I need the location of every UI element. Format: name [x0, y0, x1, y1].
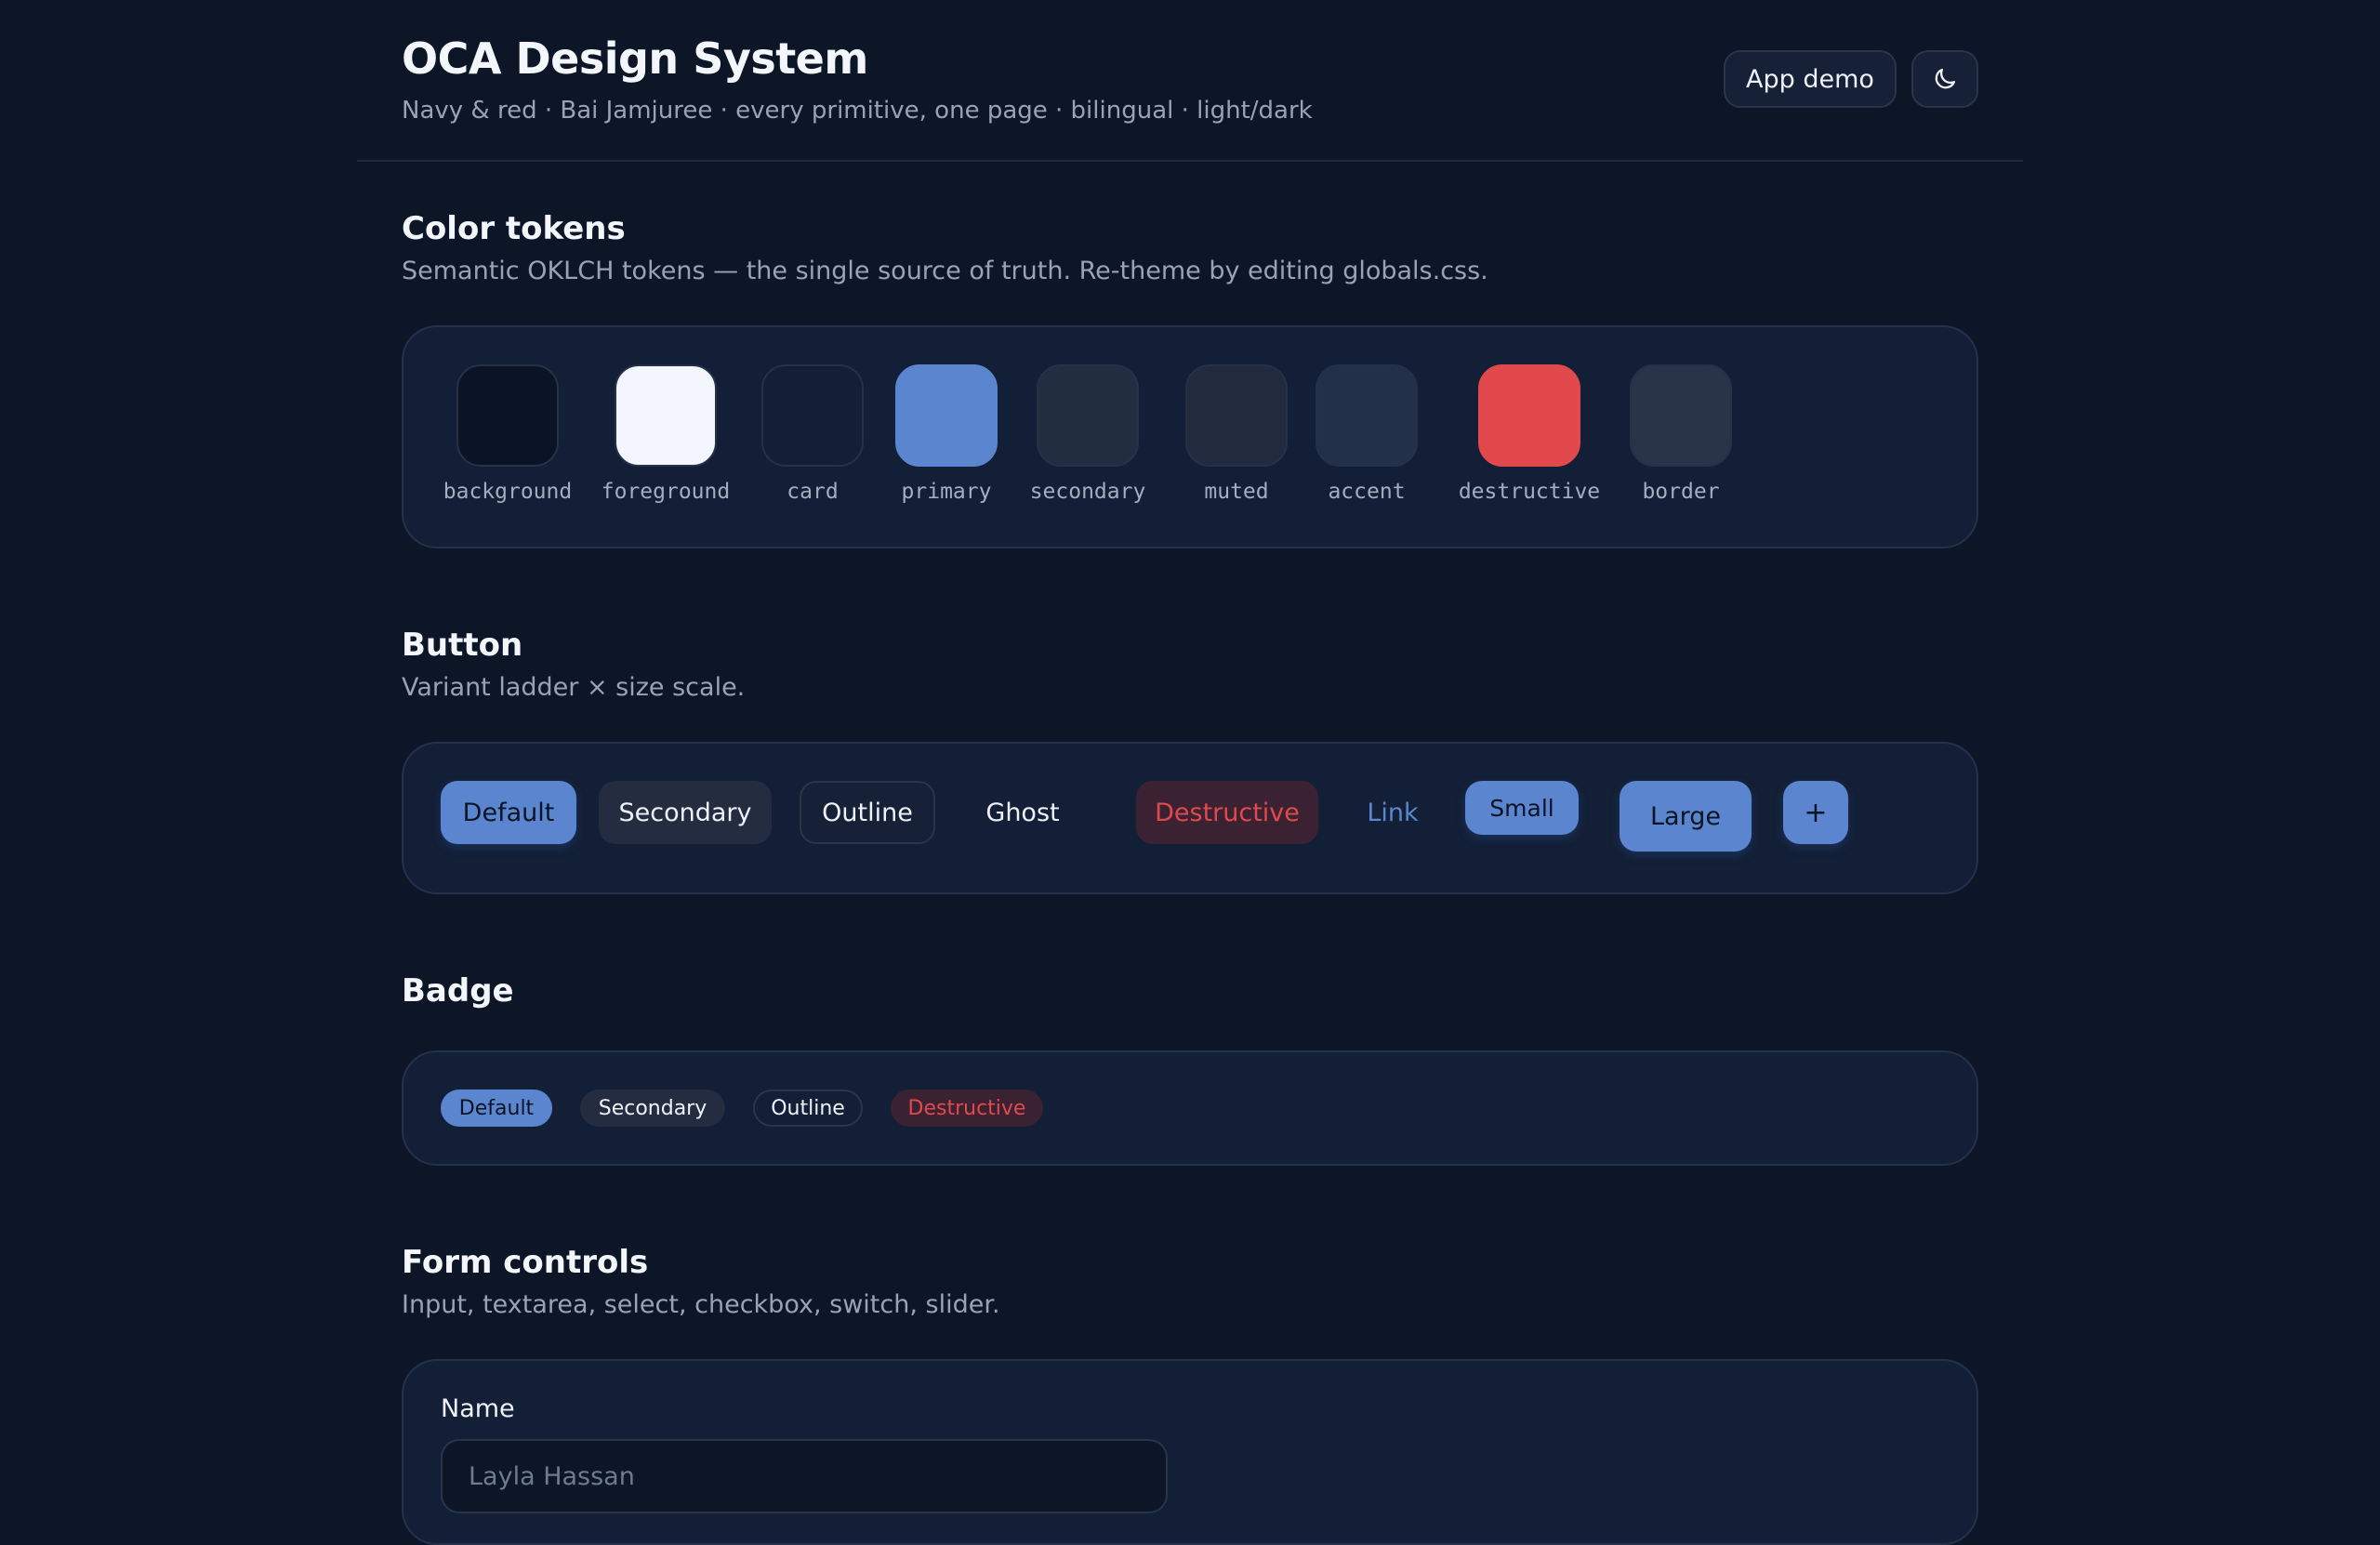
- default-badge: Default: [441, 1089, 552, 1127]
- form-controls-card: Name: [402, 1359, 1978, 1545]
- theme-toggle-button[interactable]: [1911, 50, 1978, 108]
- section-description: Variant ladder × size scale.: [402, 673, 746, 702]
- color-tokens-card: background foreground card primary secon…: [402, 325, 1978, 548]
- section-title: Color tokens: [402, 210, 626, 247]
- section-title: Form controls: [402, 1244, 649, 1281]
- token-label: accent: [1328, 480, 1406, 504]
- token-swatch: [1478, 364, 1580, 467]
- section-description: Semantic OKLCH tokens — the single sourc…: [402, 257, 1488, 285]
- token-muted: muted: [1184, 364, 1289, 504]
- destructive-button[interactable]: Destructive: [1136, 781, 1318, 844]
- badge-card: Default Secondary Outline Destructive: [402, 1050, 1978, 1166]
- token-label: primary: [901, 480, 992, 504]
- page-header: OCA Design System Navy & red · Bai Jamju…: [357, 0, 2023, 162]
- destructive-badge: Destructive: [891, 1089, 1043, 1127]
- design-system-page: OCA Design System Navy & red · Bai Jamju…: [357, 0, 2023, 1545]
- section-title: Badge: [402, 972, 514, 1010]
- large-button[interactable]: Large: [1620, 781, 1752, 852]
- color-tokens-section: Color tokens Semantic OKLCH tokens — the…: [402, 210, 1978, 548]
- token-label: border: [1642, 480, 1720, 504]
- section-description: Input, textarea, select, checkbox, switc…: [402, 1290, 1000, 1319]
- app-demo-button[interactable]: App demo: [1724, 50, 1897, 108]
- page-subtitle: Navy & red · Bai Jamjuree · every primit…: [402, 97, 1313, 125]
- token-secondary: secondary: [1025, 364, 1151, 504]
- name-input[interactable]: [441, 1439, 1168, 1513]
- token-swatch: [761, 364, 864, 467]
- token-swatch: [456, 364, 559, 467]
- button-section: Button Variant ladder × size scale. Defa…: [402, 627, 1978, 894]
- secondary-button[interactable]: Secondary: [599, 781, 772, 844]
- token-swatch: [895, 364, 998, 467]
- icon-button[interactable]: +: [1783, 781, 1848, 844]
- name-field-label: Name: [441, 1394, 515, 1423]
- outline-badge: Outline: [753, 1089, 863, 1127]
- badge-section: Badge Default Secondary Outline Destruct…: [402, 972, 1978, 1166]
- token-destructive: destructive: [1450, 364, 1608, 504]
- token-border: border: [1629, 364, 1733, 504]
- token-foreground: foreground: [599, 364, 733, 504]
- token-accent: accent: [1315, 364, 1419, 504]
- token-swatch: [1630, 364, 1732, 467]
- token-background: background: [441, 364, 575, 504]
- page-title: OCA Design System: [402, 33, 868, 84]
- token-label: muted: [1204, 480, 1269, 504]
- token-label: background: [443, 480, 573, 504]
- secondary-badge: Secondary: [580, 1089, 725, 1127]
- outline-button[interactable]: Outline: [800, 781, 935, 844]
- token-swatch: [1316, 364, 1418, 467]
- token-swatch: [1185, 364, 1288, 467]
- token-swatch: [615, 364, 717, 467]
- token-swatch: [1037, 364, 1139, 467]
- token-primary: primary: [891, 364, 1002, 504]
- plus-icon: +: [1804, 796, 1828, 829]
- token-label: secondary: [1029, 480, 1146, 504]
- default-button[interactable]: Default: [441, 781, 576, 844]
- form-controls-section: Form controls Input, textarea, select, c…: [402, 1244, 1978, 1545]
- moon-icon: [1935, 68, 1956, 89]
- ghost-button[interactable]: Ghost: [961, 781, 1084, 844]
- token-label: destructive: [1458, 480, 1601, 504]
- section-title: Button: [402, 627, 523, 664]
- link-button[interactable]: Link: [1344, 781, 1441, 844]
- token-label: card: [787, 480, 839, 504]
- token-label: foreground: [601, 480, 731, 504]
- small-button[interactable]: Small: [1465, 781, 1579, 835]
- button-card: Default Secondary Outline Ghost Destruct…: [402, 742, 1978, 894]
- token-card: card: [760, 364, 865, 504]
